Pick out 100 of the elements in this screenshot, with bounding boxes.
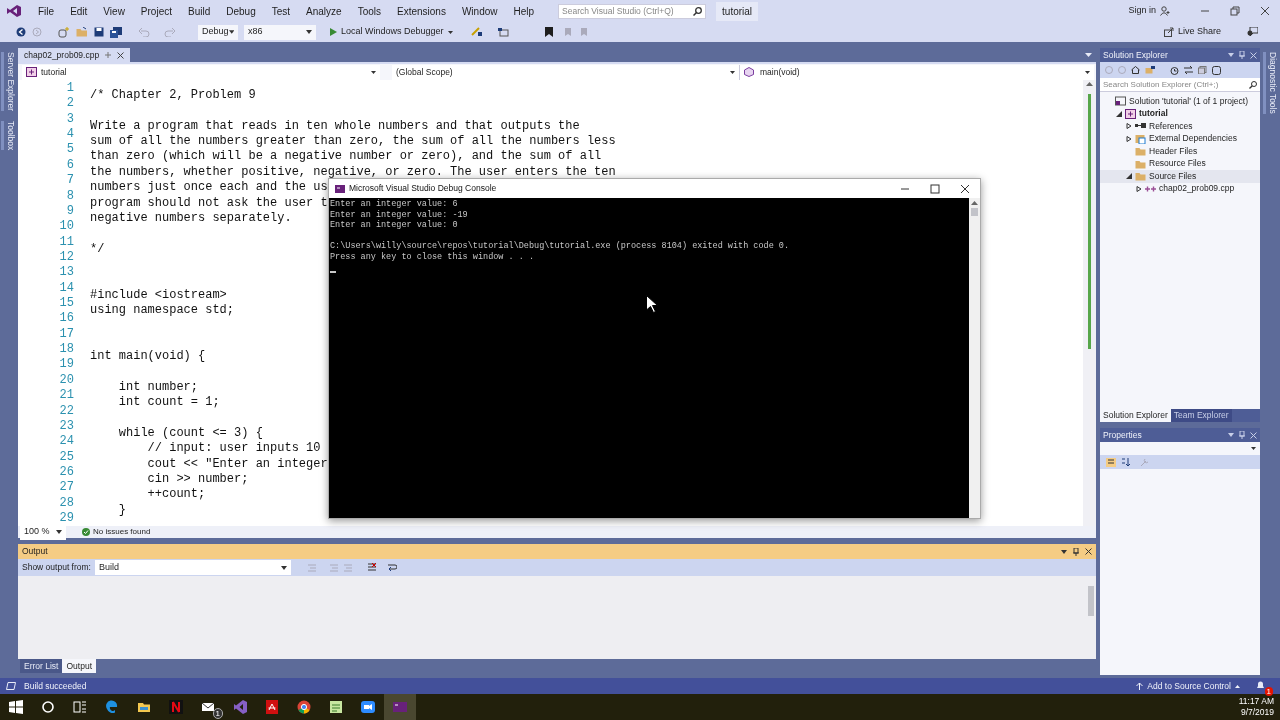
member-dropdown[interactable]: main(void) xyxy=(740,64,1094,80)
window-title: Microsoft Visual Studio Debug Console xyxy=(349,182,498,195)
save-all-icon[interactable] xyxy=(110,26,122,38)
configuration-dropdown[interactable]: Debug xyxy=(198,24,238,40)
menu-item[interactable]: Analyze xyxy=(298,3,350,19)
scrollbar[interactable] xyxy=(1083,80,1096,526)
panel-tab[interactable]: Output xyxy=(62,659,96,673)
tree-item[interactable]: Header Files xyxy=(1100,145,1260,158)
menu-item[interactable]: Help xyxy=(505,3,543,19)
tree-item[interactable]: Solution 'tutorial' (1 of 1 project) xyxy=(1100,95,1260,108)
scope-dropdown[interactable]: (Global Scope) xyxy=(392,64,740,80)
tree-item[interactable]: chap02_prob09.cpp xyxy=(1100,182,1260,195)
scrollbar[interactable] xyxy=(969,198,980,518)
caret-down-icon[interactable] xyxy=(1085,53,1092,57)
save-icon[interactable] xyxy=(94,27,104,37)
project-icon xyxy=(1125,108,1136,119)
collapsed-arrow-icon[interactable] xyxy=(1126,135,1132,142)
folder-switch-icon[interactable] xyxy=(1145,66,1155,74)
expanded-arrow-icon[interactable] xyxy=(1116,110,1122,117)
close-icon[interactable] xyxy=(1085,548,1092,555)
step-icon[interactable] xyxy=(470,27,483,37)
output-source-dropdown[interactable]: Build xyxy=(95,560,291,575)
document-tab[interactable]: chap02_prob09.cpp xyxy=(18,48,131,62)
media-app-icon[interactable] xyxy=(169,700,183,714)
search-field[interactable]: Search Visual Studio (Ctrl+Q) xyxy=(558,3,707,19)
menu-item[interactable]: View xyxy=(95,3,133,19)
sync-icon[interactable] xyxy=(1184,66,1193,74)
feedback-icon[interactable] xyxy=(1247,27,1258,37)
video-call-icon[interactable] xyxy=(361,700,375,714)
clear-all-icon[interactable] xyxy=(367,563,377,572)
menu-item[interactable]: Tools xyxy=(349,3,389,19)
word-wrap-icon[interactable] xyxy=(387,563,397,572)
side-tab[interactable]: Diagnostic Tools xyxy=(1262,52,1280,114)
history-icon[interactable] xyxy=(1170,65,1179,75)
collapse-all-icon[interactable] xyxy=(1198,66,1207,74)
categorized-icon[interactable] xyxy=(1106,457,1116,467)
tree-item[interactable]: Resource Files xyxy=(1100,157,1260,170)
tree-item[interactable]: Source Files xyxy=(1100,170,1260,183)
sort-alphabetical-icon[interactable] xyxy=(1121,457,1131,467)
menu-item[interactable]: Edit xyxy=(62,3,96,19)
expanded-arrow-icon[interactable] xyxy=(1126,173,1132,180)
console-icon[interactable] xyxy=(393,700,407,714)
panel-tab[interactable]: Solution Explorer xyxy=(1100,409,1171,422)
project-dropdown[interactable]: tutorial xyxy=(22,64,380,80)
menu-item[interactable]: File xyxy=(30,3,63,19)
restore-icon[interactable] xyxy=(1230,6,1240,16)
collapsed-arrow-icon[interactable] xyxy=(1136,185,1142,192)
collapsed-arrow-icon[interactable] xyxy=(1126,123,1132,130)
person-icon[interactable] xyxy=(1160,6,1170,16)
close-icon[interactable] xyxy=(960,183,970,194)
source-control-button[interactable]: Add to Source Control xyxy=(1136,679,1240,693)
tree-item[interactable]: References xyxy=(1100,120,1260,133)
task-view-icon[interactable] xyxy=(73,700,87,714)
caret-up-icon xyxy=(1235,684,1240,688)
home-icon[interactable] xyxy=(1131,66,1140,74)
preview-icon[interactable] xyxy=(1212,65,1221,75)
notepad-icon[interactable] xyxy=(329,700,343,714)
pdf-reader-icon[interactable] xyxy=(265,700,279,714)
window-icon[interactable] xyxy=(496,27,509,37)
line-number: 21 xyxy=(59,388,74,404)
menu-item[interactable]: Debug xyxy=(218,3,264,19)
start-debugging-button[interactable]: Local Windows Debugger xyxy=(326,24,457,40)
menu-item[interactable]: Build xyxy=(180,3,219,19)
search-icon[interactable] xyxy=(41,700,55,714)
method-icon xyxy=(744,67,754,77)
caret-down-icon[interactable] xyxy=(1061,549,1067,554)
back-icon[interactable] xyxy=(16,27,26,37)
platform-dropdown[interactable]: x86 xyxy=(244,24,316,40)
panel-tab[interactable]: Team Explorer xyxy=(1170,409,1232,422)
menu-item[interactable]: Extensions xyxy=(389,3,454,19)
sign-in-link[interactable]: Sign in xyxy=(1128,4,1156,18)
menu-item[interactable]: Window xyxy=(453,3,506,19)
windows-start-icon[interactable] xyxy=(9,700,23,714)
bookmark-icon[interactable] xyxy=(544,27,553,37)
visual-studio-icon[interactable] xyxy=(233,700,247,714)
chrome-icon[interactable] xyxy=(297,700,311,714)
search-field[interactable]: Search Solution Explorer (Ctrl+;) xyxy=(1100,78,1260,92)
mail-icon[interactable] xyxy=(201,700,215,714)
bell-icon[interactable] xyxy=(1256,681,1265,690)
panel-tab[interactable]: Error List xyxy=(20,659,63,673)
maximize-icon[interactable] xyxy=(930,183,940,194)
scrollbar-thumb[interactable] xyxy=(1088,586,1094,616)
play-icon xyxy=(330,28,337,36)
scrollbar-thumb[interactable] xyxy=(971,208,978,216)
solution-icon xyxy=(1115,96,1126,107)
code-line: the numbers, whether positive, negative, or zero. The user enters the ten xyxy=(90,164,616,179)
tree-item[interactable]: External Dependencies xyxy=(1100,132,1260,145)
browser-icon[interactable] xyxy=(105,700,119,714)
caret-down-icon[interactable] xyxy=(1228,433,1234,437)
new-item-icon[interactable] xyxy=(58,26,70,38)
live-share-button[interactable]: Live Share xyxy=(1163,25,1221,39)
pin-icon[interactable] xyxy=(1073,547,1079,556)
tree-item[interactable]: tutorial xyxy=(1100,107,1260,120)
close-icon[interactable] xyxy=(1260,6,1270,16)
file-explorer-icon[interactable] xyxy=(137,700,151,714)
code-line: // input: user inputs 10 xyxy=(146,441,321,456)
caret-down-icon[interactable] xyxy=(1228,53,1234,57)
dependencies-icon xyxy=(1135,133,1146,144)
menu-item[interactable]: Project xyxy=(132,3,180,19)
menu-item[interactable]: Test xyxy=(263,3,299,19)
